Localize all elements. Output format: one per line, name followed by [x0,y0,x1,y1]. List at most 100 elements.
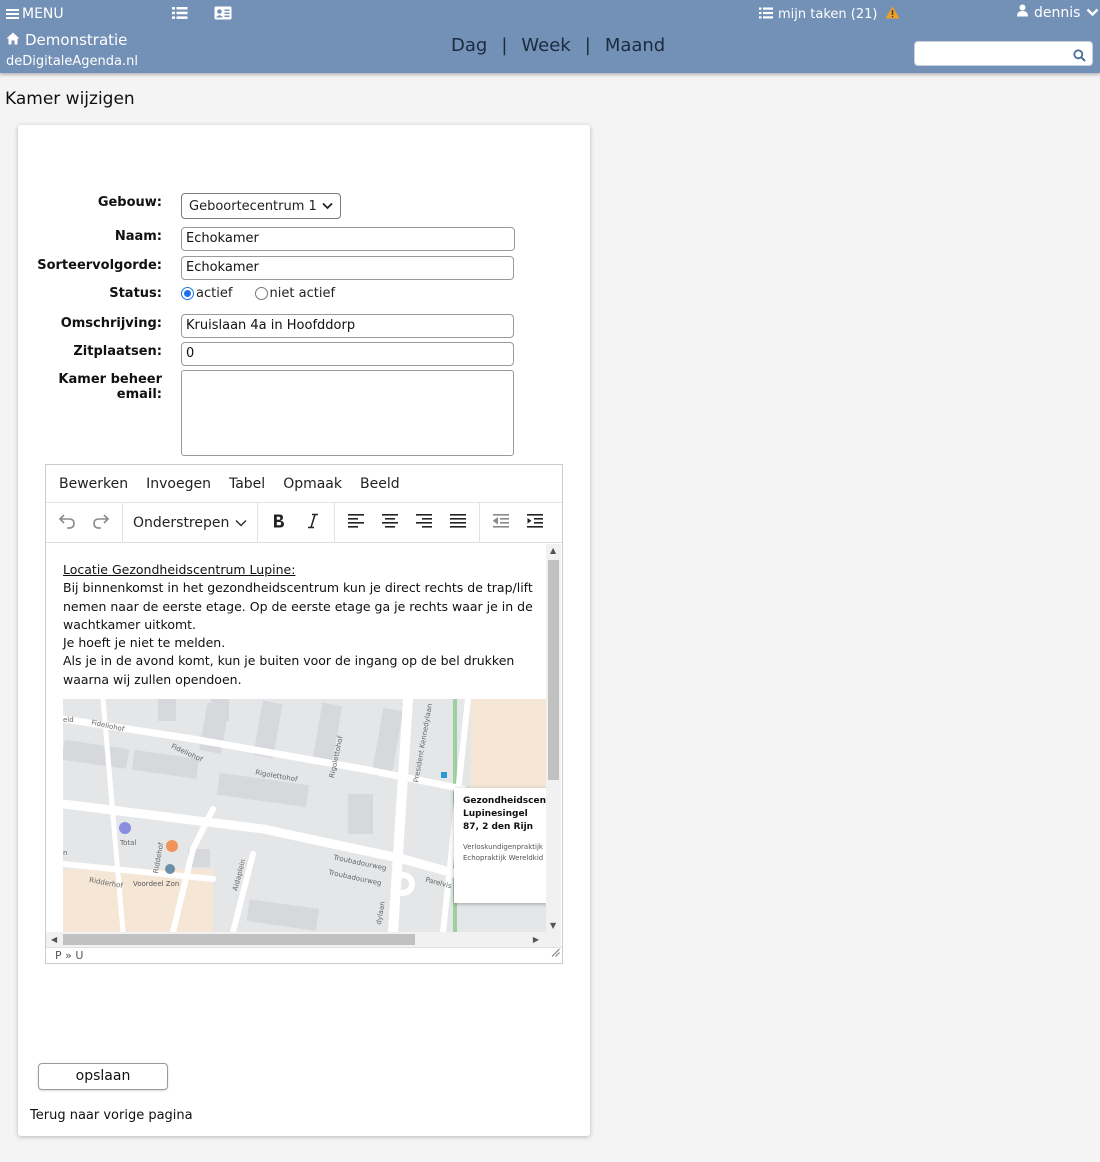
menu-insert[interactable]: Invoegen [137,476,220,492]
name-input[interactable]: Echokamer [181,227,515,251]
undo-icon [58,513,76,533]
editor-toolbar: Onderstrepen [46,502,562,543]
undo-button[interactable] [50,506,84,540]
status-inactive-label: niet actief [269,286,336,301]
align-left-button[interactable] [339,506,373,540]
warning-icon [885,6,900,23]
sort-order-input[interactable]: Echokamer [181,256,514,280]
scroll-up-icon[interactable]: ▲ [550,546,556,555]
home-icon [6,31,20,49]
seats-label: Zitplaatsen: [73,344,162,359]
menu-format[interactable]: Opmaak [274,476,351,492]
italic-button[interactable] [296,506,330,540]
block-style-value: Onderstrepen [133,514,230,531]
scroll-thumb[interactable] [548,560,559,780]
editor-text[interactable]: Locatie Gezondheidscentrum Lupine: Bij b… [63,561,533,689]
status-active-label: actief [196,286,233,301]
search-icon[interactable] [1073,47,1086,66]
editor-status-path: P » U [46,947,562,963]
content-line: Bij binnenkomst in het gezondheidscentru… [63,580,533,632]
menu-button[interactable]: MENU [6,6,64,22]
align-center-icon [382,513,398,532]
tab-week[interactable]: Week [521,35,570,56]
map-info-popup: Gezondheidscentru Lupinesingel 87, 2 den… [454,788,546,903]
tab-day[interactable]: Dag [451,35,487,56]
save-button[interactable]: opslaan [38,1063,168,1090]
status-label: Status: [109,286,162,301]
manager-email-textarea[interactable] [181,370,514,456]
map-popup-line: Echopraktijk Wereldkid [463,854,544,862]
align-justify-icon [450,513,466,532]
description-label: Omschrijving: [60,316,162,331]
search-box [914,41,1093,66]
user-name: dennis [1034,4,1081,21]
scroll-thumb[interactable] [63,934,415,945]
chevron-down-icon [322,199,333,214]
user-menu[interactable]: dennis [1017,4,1099,21]
align-justify-button[interactable] [441,506,475,540]
map-street-label: n [63,849,68,857]
building-label: Gebouw: [97,195,162,210]
page-title: Kamer wijzigen [5,89,135,109]
redo-button[interactable] [84,506,118,540]
content-heading: Locatie Gezondheidscentrum Lupine: [63,562,296,577]
building-select[interactable]: Geboortecentrum 1 [181,193,341,219]
content-line: Als je in de avond komt, kun je buiten v… [63,653,515,687]
align-center-button[interactable] [373,506,407,540]
scroll-left-icon[interactable]: ◀ [51,935,57,944]
align-left-icon [348,513,364,532]
org-link[interactable]: Demonstratie [6,31,127,49]
sort-order-label: Sorteervolgorde: [37,258,162,273]
seats-input[interactable]: 0 [181,342,514,366]
scroll-right-icon[interactable]: ▶ [533,935,539,944]
view-navigation: Dag | Week | Maand [451,35,665,56]
menu-label: MENU [22,6,64,22]
building-value: Geboortecentrum 1 [189,198,317,214]
chevron-down-icon [1086,5,1099,21]
scroll-down-icon[interactable]: ▼ [550,921,556,930]
status-active-radio[interactable]: actief [181,286,232,301]
bold-button[interactable] [262,506,296,540]
vertical-scrollbar[interactable]: ▲ ▼ [546,544,561,932]
status-inactive-radio[interactable]: niet actief [254,286,336,301]
indent-group [480,503,556,543]
bold-icon [272,513,286,533]
history-group [46,502,123,543]
room-edit-card: Gebouw: Geboortecentrum 1 Naam: Echokame… [18,125,590,1136]
indent-button[interactable] [518,506,552,540]
contact-card-icon[interactable] [214,6,232,20]
my-tasks-link[interactable]: mijn taken (21) [759,6,900,23]
org-name: Demonstratie [25,31,128,49]
map-place-label: Total [120,839,137,847]
editor-menubar: Bewerken Invoegen Tabel Opmaak Beeld [46,465,562,503]
map-popup-line: Verloskundigenpraktijk [463,843,543,851]
redo-icon [92,513,110,533]
resize-handle-icon[interactable] [551,942,560,961]
editor-content[interactable]: Locatie Gezondheidscentrum Lupine: Bij b… [46,544,546,932]
indent-icon [527,513,543,532]
description-input[interactable]: Kruislaan 4a in Hoofddorp [181,314,514,338]
style-group: Onderstrepen [123,502,258,543]
name-label: Naam: [114,229,162,244]
menu-view[interactable]: Beeld [351,476,409,492]
menu-icon [6,7,19,21]
back-link[interactable]: Terug naar vorige pagina [30,1108,193,1123]
chevron-down-icon [235,515,247,531]
menu-edit[interactable]: Bewerken [50,476,137,492]
embedded-map[interactable]: eld Fideliohof Fideliohof Rigolettohof R… [63,699,546,932]
search-input[interactable] [919,43,1069,64]
align-right-button[interactable] [407,506,441,540]
horizontal-scrollbar[interactable]: ◀ ▶ [46,932,561,947]
list-icon[interactable] [172,6,188,20]
tasks-icon [759,7,773,23]
manager-email-label: Kamer beheer email: [58,372,162,402]
menu-table[interactable]: Tabel [220,476,274,492]
top-bar: MENU mijn taken (21) dennis Demonstratie… [0,0,1100,73]
block-style-select[interactable]: Onderstrepen [127,515,253,531]
italic-icon [307,513,319,533]
tab-month[interactable]: Maand [605,35,665,56]
content-line: Je hoeft je niet te melden. [63,635,226,651]
site-name: deDigitaleAgenda.nl [6,54,138,69]
tasks-label: mijn taken (21) [778,7,878,22]
outdent-button[interactable] [484,506,518,540]
